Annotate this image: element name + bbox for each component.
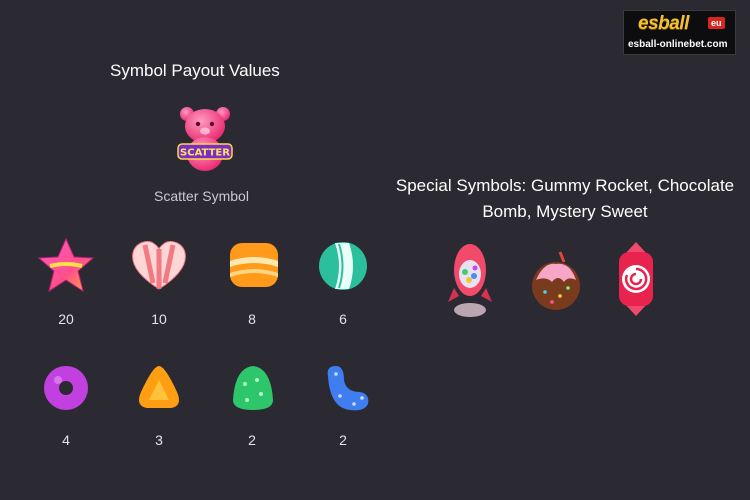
square-candy-icon [224, 237, 284, 297]
triangle-candy-icon [131, 362, 187, 414]
scatter-icon-text: SCATTER [180, 148, 230, 159]
payout-value-jelly-bean: 2 [339, 432, 347, 448]
mystery-sweet-icon [613, 240, 659, 318]
gummy-rocket-icon [445, 240, 495, 320]
logo-url: esball-onlinebet.com [628, 39, 728, 50]
chocolate-bomb-icon [530, 248, 582, 312]
special-title-line-2: Bomb, Mystery Sweet [482, 202, 648, 221]
logo-badge: eu [708, 17, 725, 29]
gumdrop-candy-icon [225, 360, 281, 416]
payout-value-donut: 4 [62, 432, 70, 448]
logo-brand-text: esball [638, 13, 689, 34]
brand-logo[interactable]: esball eu esball-onlinebet.com [623, 10, 736, 55]
ball-candy-icon [315, 238, 375, 298]
special-symbols-title: Special Symbols: Gummy Rocket, Chocolate… [380, 173, 750, 225]
donut-candy-icon [38, 360, 94, 416]
payout-value-gumdrop: 2 [248, 432, 256, 448]
payout-value-ball: 6 [339, 311, 347, 327]
payout-value-star: 20 [58, 311, 74, 327]
page-title: Symbol Payout Values [110, 61, 280, 80]
payout-value-triangle: 3 [155, 432, 163, 448]
special-title-line-1: Special Symbols: Gummy Rocket, Chocolate [395, 176, 735, 195]
scatter-label: Scatter Symbol [154, 188, 249, 204]
heart-candy-icon [129, 237, 189, 297]
payout-value-square: 8 [248, 311, 256, 327]
jelly-bean-candy-icon [318, 360, 374, 416]
scatter-bear-icon: SCATTER [174, 104, 236, 174]
payout-value-heart: 10 [151, 311, 167, 327]
star-candy-icon [36, 236, 96, 296]
